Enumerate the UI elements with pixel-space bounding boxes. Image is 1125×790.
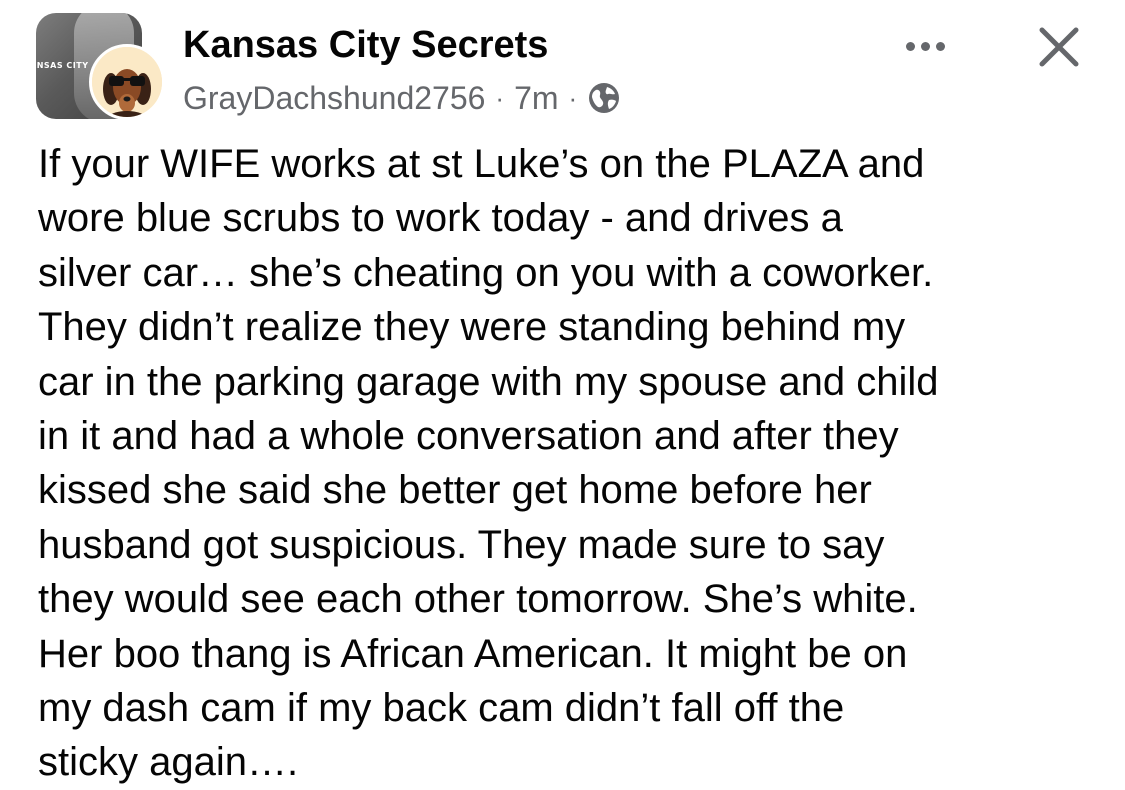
- group-logo-text: ANSAS CITY: [36, 61, 89, 70]
- dachshund-avatar-icon: [92, 47, 162, 117]
- close-icon[interactable]: [1030, 18, 1088, 76]
- author-name[interactable]: GrayDachshund2756: [183, 80, 485, 117]
- post-timestamp[interactable]: 7m: [514, 80, 558, 117]
- meta-separator: ·: [495, 82, 505, 113]
- post-header: ANSAS CITY Kansas City Secrets GrayDachs…: [0, 0, 1125, 130]
- post-body-text: If your WIFE works at st Luke’s on the P…: [38, 142, 939, 785]
- post-meta: GrayDachshund2756 · 7m ·: [183, 77, 621, 119]
- user-avatar[interactable]: [89, 44, 165, 120]
- more-horizontal-icon[interactable]: [893, 26, 957, 66]
- meta-separator-2: ·: [568, 82, 578, 113]
- group-name[interactable]: Kansas City Secrets: [183, 22, 548, 68]
- globe-icon: [587, 81, 621, 115]
